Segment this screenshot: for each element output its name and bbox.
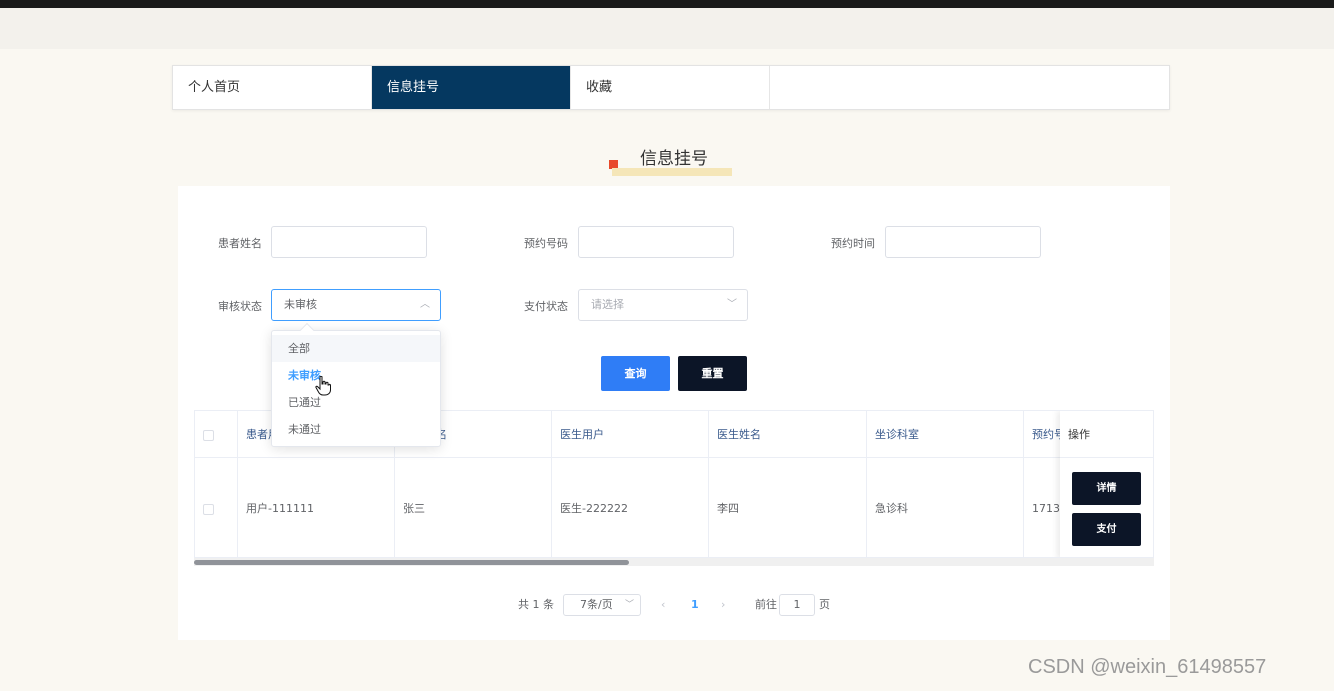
- operations-column: 操作 详情 支付: [1060, 411, 1153, 557]
- booking-time-input[interactable]: [885, 226, 1041, 258]
- page-size-select[interactable]: 7条/页 ﹀: [563, 594, 641, 616]
- nav-item-home[interactable]: 个人首页: [173, 66, 372, 109]
- cell-patient-name: 张三: [395, 458, 552, 557]
- booking-no-label: 预约号码: [524, 237, 568, 250]
- header-checkbox-cell: [195, 411, 238, 458]
- header-band: [0, 8, 1334, 49]
- chevron-up-icon: ︿: [420, 299, 430, 310]
- pay-button[interactable]: 支付: [1072, 513, 1141, 546]
- cell-patient-user: 用户-111111: [238, 458, 395, 557]
- row-checkbox-cell: [195, 458, 238, 557]
- patient-name-input[interactable]: [271, 226, 427, 258]
- nav-item-empty: [770, 66, 969, 109]
- cell-doctor-name: 李四: [709, 458, 867, 557]
- pay-status-placeholder: 请选择: [591, 298, 624, 311]
- next-page-icon[interactable]: ›: [721, 594, 725, 616]
- review-status-value: 未审核: [284, 298, 317, 311]
- review-status-label: 审核状态: [218, 300, 262, 313]
- page-title: 信息挂号: [640, 149, 708, 169]
- goto-page-input[interactable]: 1: [779, 594, 815, 616]
- scrollbar-thumb[interactable]: [194, 560, 629, 565]
- hand-cursor-icon: [315, 375, 331, 400]
- nav-item-favorites[interactable]: 收藏: [571, 66, 770, 109]
- chevron-down-icon: ﹀: [624, 600, 634, 610]
- prev-page-icon[interactable]: ‹: [661, 594, 665, 616]
- option-approved[interactable]: 已通过: [272, 389, 440, 416]
- query-button[interactable]: 查询: [601, 356, 670, 391]
- pay-status-select[interactable]: 请选择 ﹀: [578, 289, 748, 321]
- nav-item-registration[interactable]: 信息挂号: [372, 66, 571, 109]
- window-top-bar: [0, 0, 1334, 8]
- cell-doctor-user: 医生-222222: [552, 458, 709, 557]
- detail-button[interactable]: 详情: [1072, 472, 1141, 505]
- watermark-text: CSDN @weixin_61498557: [1028, 656, 1267, 678]
- top-nav: 个人首页 信息挂号 收藏: [172, 65, 1170, 110]
- option-all[interactable]: 全部: [272, 335, 440, 362]
- col-header-department: 坐诊科室: [867, 411, 1024, 458]
- chevron-down-icon: ﹀: [727, 299, 737, 310]
- col-header-doctor-user: 医生用户: [552, 411, 709, 458]
- goto-label: 前往: [755, 598, 777, 611]
- pay-status-label: 支付状态: [524, 300, 568, 313]
- option-rejected[interactable]: 未通过: [272, 416, 440, 443]
- col-header-operations: 操作: [1060, 411, 1153, 458]
- booking-time-label: 预约时间: [831, 237, 875, 250]
- page-size-value: 7条/页: [580, 598, 613, 611]
- page-suffix: 页: [819, 598, 830, 611]
- reset-button[interactable]: 重置: [678, 356, 747, 391]
- option-unreviewed[interactable]: 未审核: [272, 362, 440, 389]
- cell-department: 急诊科: [867, 458, 1024, 557]
- review-status-dropdown: 全部 未审核 已通过 未通过: [271, 322, 441, 447]
- select-all-checkbox[interactable]: [203, 429, 214, 441]
- table-horizontal-scrollbar[interactable]: [194, 558, 1154, 566]
- page-number-current[interactable]: 1: [691, 594, 699, 616]
- col-header-doctor-name: 医生姓名: [709, 411, 867, 458]
- title-underline: [612, 168, 732, 176]
- booking-no-input[interactable]: [578, 226, 734, 258]
- pagination-total: 共 1 条: [518, 598, 554, 611]
- row-checkbox[interactable]: [203, 503, 214, 515]
- patient-name-label: 患者姓名: [218, 237, 262, 250]
- review-status-select[interactable]: 未审核 ︿: [271, 289, 441, 321]
- page-title-block: 信息挂号: [606, 143, 736, 179]
